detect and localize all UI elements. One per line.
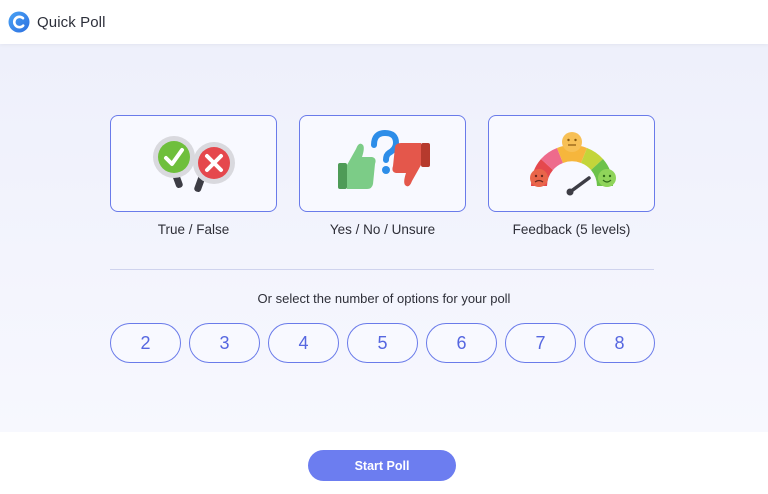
thumbs-up-icon	[337, 143, 376, 189]
title-bar: Quick Poll	[0, 0, 768, 44]
option-count-8-button[interactable]: 8	[584, 323, 655, 363]
option-count-4-button[interactable]: 4	[268, 323, 339, 363]
option-count-5-button[interactable]: 5	[347, 323, 418, 363]
option-count-7-button[interactable]: 7	[505, 323, 576, 363]
footer: Start Poll	[0, 432, 768, 494]
feedback-label: Feedback (5 levels)	[512, 222, 631, 237]
option-count-2-button[interactable]: 2	[110, 323, 181, 363]
app-title: Quick Poll	[37, 13, 106, 31]
thumbs-down-icon	[391, 142, 430, 186]
option-count-3-button[interactable]: 3	[189, 323, 260, 363]
feedback-card[interactable]	[488, 115, 655, 212]
yes-no-unsure-icon	[337, 129, 430, 189]
options-prompt: Or select the number of options for your…	[257, 291, 511, 306]
sad-face-icon	[529, 168, 548, 187]
yes-no-unsure-card[interactable]	[299, 115, 466, 212]
quickpoll-logo-icon	[8, 11, 30, 33]
true-false-card[interactable]	[110, 115, 277, 212]
option-count-6-button[interactable]: 6	[426, 323, 497, 363]
true-false-label: True / False	[157, 222, 230, 237]
true-false-icon	[152, 135, 235, 192]
start-poll-button[interactable]: Start Poll	[308, 450, 456, 481]
feedback-gauge-icon	[529, 131, 616, 195]
neutral-face-icon	[561, 131, 582, 152]
divider	[110, 269, 654, 270]
yes-no-unsure-label: Yes / No / Unsure	[329, 222, 436, 237]
poll-setup-panel: True / False Yes / No / Unsure Feedback …	[0, 44, 768, 432]
happy-face-icon	[597, 168, 616, 187]
